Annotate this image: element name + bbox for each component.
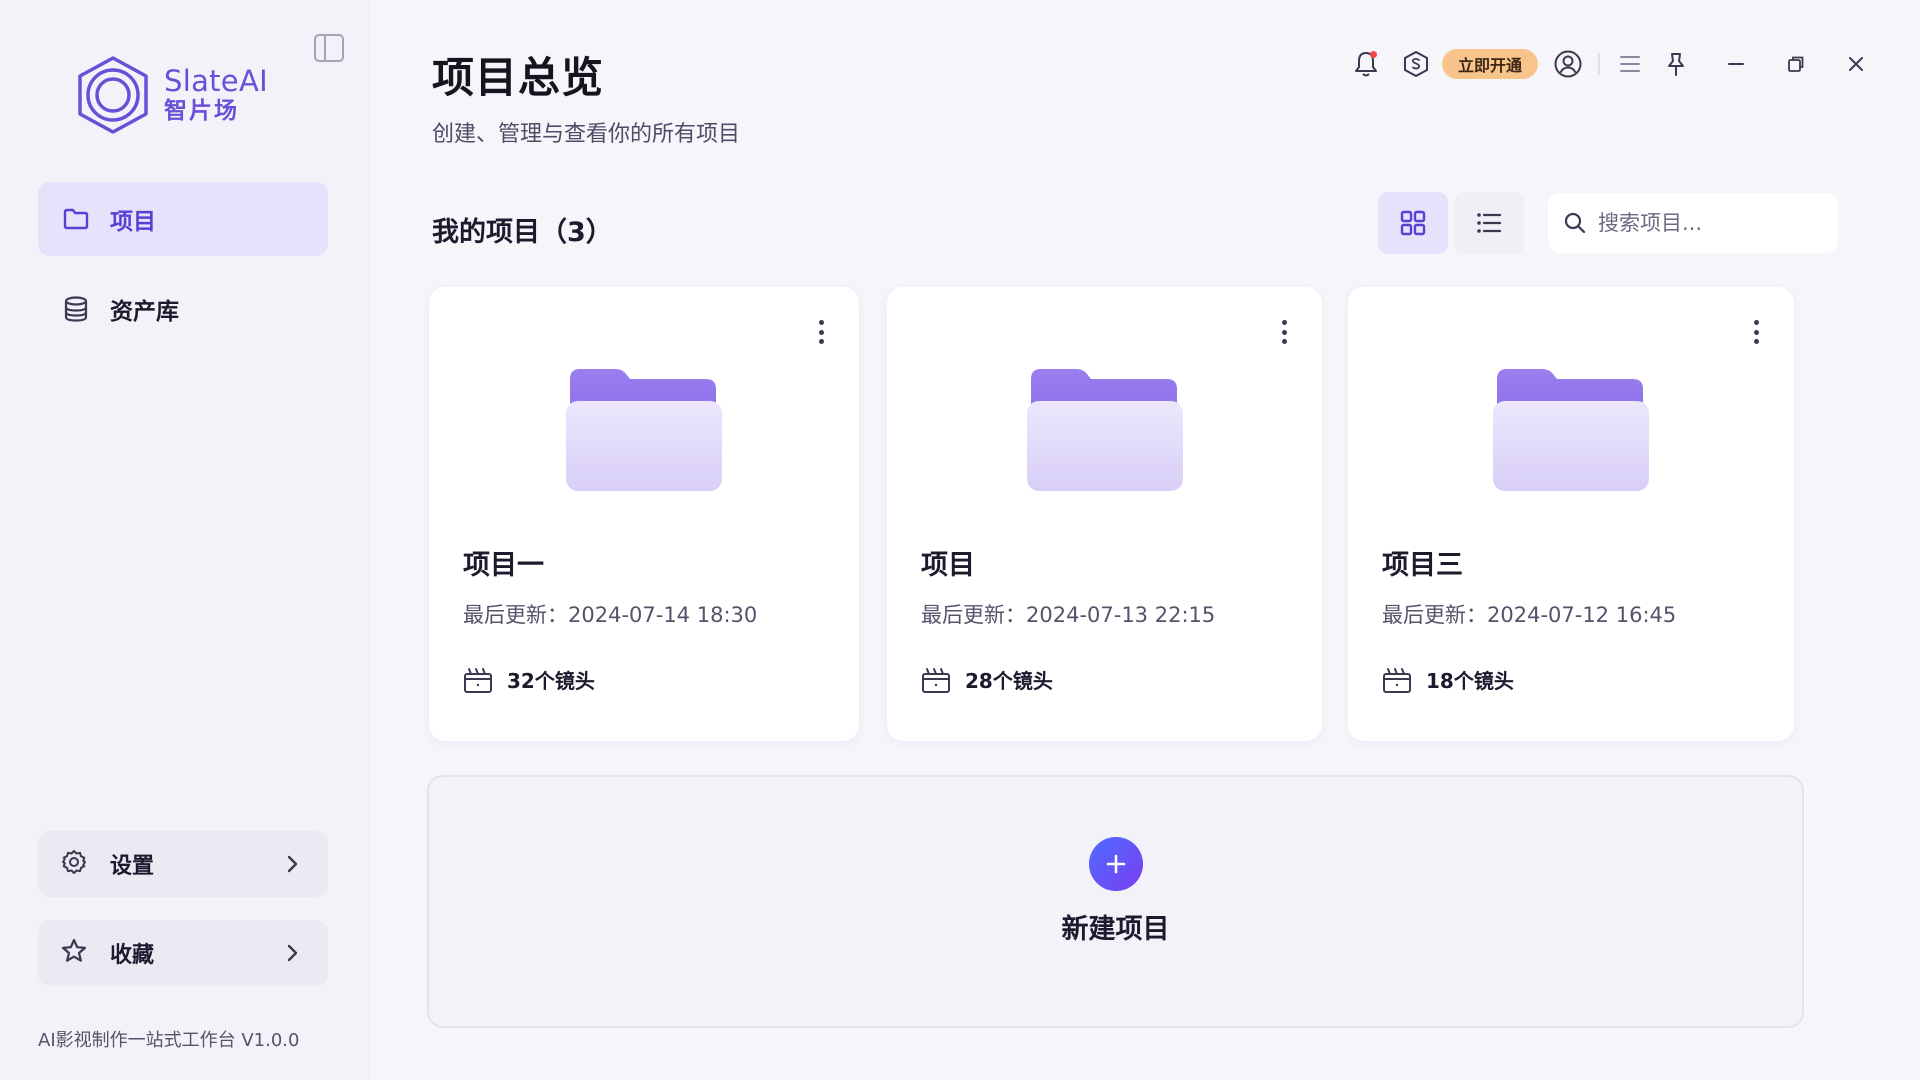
notification-dot (1370, 51, 1377, 58)
logo-text-en: SlateAI (164, 64, 268, 98)
version-text: AI影视制作一站式工作台 V1.0.0 (38, 1030, 300, 1051)
project-updated-time: 最后更新：2024-07-13 22:15 (921, 603, 1216, 627)
notification-button[interactable] (1350, 48, 1382, 80)
pin-icon (1668, 53, 1685, 76)
sidebar-item-settings[interactable]: 设置 (38, 831, 328, 897)
project-shot-count: 32个镜头 (463, 665, 595, 694)
logo-text-cn: 智片场 (164, 98, 239, 124)
grid-view-button[interactable] (1378, 192, 1448, 254)
vip-activate-button[interactable]: 立即开通 (1442, 49, 1539, 79)
sidebar-collapse-button[interactable] (314, 34, 344, 62)
membership-button[interactable] (1400, 48, 1432, 80)
sidebar-item-projects[interactable]: 项目 (38, 182, 328, 256)
toolbar-divider (1598, 53, 1601, 75)
project-name: 项目三 (1382, 550, 1463, 581)
project-card[interactable]: 项目三 最后更新：2024-07-12 16:45 18个镜头 (1348, 287, 1794, 741)
clapperboard-icon (1383, 667, 1411, 693)
more-options-button[interactable] (809, 317, 833, 347)
search-input[interactable] (1598, 211, 1818, 235)
list-view-button[interactable] (1454, 192, 1524, 254)
close-icon (1849, 57, 1864, 71)
menu-button[interactable] (1614, 48, 1646, 80)
project-card[interactable]: 项目一 最后更新：2024-07-14 18:30 32个镜头 (429, 287, 859, 741)
page-title: 项目总览 (432, 53, 605, 102)
project-shot-count: 28个镜头 (921, 665, 1053, 694)
page-subtitle: 创建、管理与查看你的所有项目 (432, 122, 741, 147)
chevron-right-icon (287, 944, 298, 962)
restore-button[interactable] (1780, 48, 1812, 80)
more-options-button[interactable] (1744, 317, 1768, 347)
sidebar: SlateAI 智片场 项目 资产库 设置 收藏 AI影视制作一站式工作台 V1… (0, 0, 370, 1080)
new-project-label: 新建项目 (1061, 914, 1170, 945)
project-name: 项目 (921, 550, 975, 581)
sidebar-item-label: 设置 (110, 854, 155, 879)
project-folder-icon (566, 369, 722, 491)
section-title: 我的项目（3） (432, 217, 613, 248)
shot-count-label: 28个镜头 (965, 669, 1053, 693)
sidebar-item-label: 资产库 (110, 299, 179, 325)
sidebar-item-label: 收藏 (110, 943, 155, 968)
minimize-button[interactable] (1720, 48, 1752, 80)
project-folder-icon (1493, 369, 1649, 491)
pin-button[interactable] (1660, 48, 1692, 80)
search-box[interactable] (1548, 193, 1838, 253)
shot-count-label: 18个镜头 (1426, 669, 1514, 693)
menu-icon (1620, 56, 1641, 72)
restore-icon (1788, 56, 1804, 72)
database-icon (62, 295, 90, 323)
user-account-button[interactable] (1552, 48, 1584, 80)
search-icon (1564, 212, 1586, 234)
chevron-right-icon (287, 855, 298, 873)
sidebar-item-assets[interactable]: 资产库 (38, 272, 328, 346)
logo-mark-icon (78, 56, 148, 134)
star-icon (60, 937, 88, 969)
clapperboard-icon (464, 667, 492, 693)
project-card[interactable]: 项目 最后更新：2024-07-13 22:15 28个镜头 (887, 287, 1322, 741)
new-project-card[interactable]: 新建项目 (427, 775, 1804, 1028)
shield-s-icon (1404, 51, 1428, 77)
new-project-button[interactable] (1088, 837, 1143, 891)
folder-icon (62, 205, 90, 233)
grid-icon (1400, 210, 1426, 236)
shot-count-label: 32个镜头 (507, 669, 595, 693)
project-updated-time: 最后更新：2024-07-14 18:30 (463, 603, 758, 627)
list-icon (1477, 213, 1502, 233)
app-logo[interactable]: SlateAI 智片场 (72, 54, 268, 136)
title-bar: 立即开通 (1350, 44, 1872, 84)
project-folder-icon (1026, 369, 1183, 491)
project-shot-count: 18个镜头 (1382, 665, 1514, 694)
more-options-button[interactable] (1272, 317, 1296, 347)
view-toggle (1378, 192, 1524, 254)
project-name: 项目一 (463, 550, 544, 581)
clapperboard-icon (922, 667, 950, 693)
project-updated-time: 最后更新：2024-07-12 16:45 (1382, 603, 1677, 627)
close-button[interactable] (1840, 48, 1872, 80)
sidebar-item-label: 项目 (110, 209, 156, 235)
plus-icon (1106, 854, 1125, 874)
sidebar-item-favorites[interactable]: 收藏 (38, 920, 328, 986)
user-icon (1554, 50, 1582, 78)
gear-icon (60, 848, 88, 880)
minimize-icon (1728, 63, 1745, 65)
